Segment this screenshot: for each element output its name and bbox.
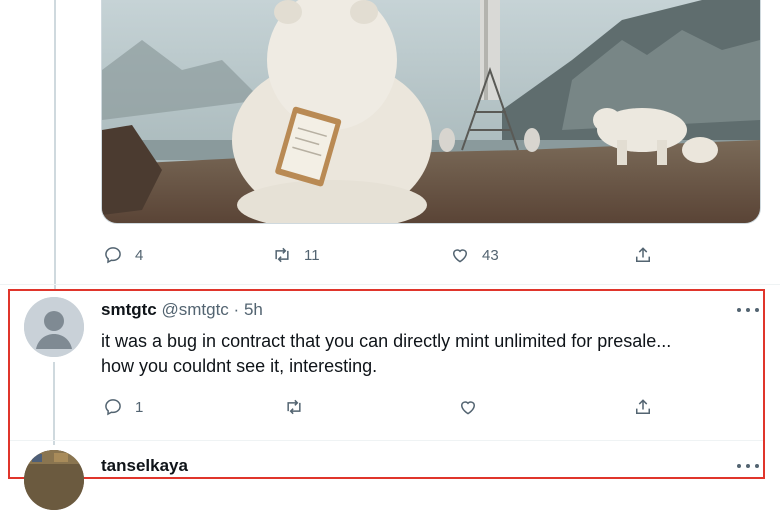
like-count: 43 <box>482 246 499 264</box>
reply-count: 4 <box>135 246 144 264</box>
divider <box>10 440 763 441</box>
user-photo-avatar <box>24 450 84 510</box>
user-handle[interactable]: @smtgtc <box>161 300 228 319</box>
retweet-count: 11 <box>304 246 320 264</box>
retweet-button[interactable] <box>284 397 304 417</box>
reply-text-line: how you couldnt see it, interesting. <box>101 356 378 376</box>
reply-text-line: it was a bug in contract that you can di… <box>101 331 672 351</box>
reply-icon <box>105 399 121 416</box>
display-name[interactable]: tanselkaya <box>101 456 188 476</box>
avatar[interactable] <box>24 297 84 357</box>
like-icon <box>460 401 476 415</box>
tweet-actions: 4 11 43 <box>0 241 780 271</box>
like-button[interactable]: 43 <box>450 245 499 265</box>
dot-icon <box>755 464 759 468</box>
share-button[interactable] <box>633 245 653 265</box>
like-button[interactable] <box>458 397 478 417</box>
default-avatar-icon <box>24 297 84 357</box>
dot-icon <box>755 308 759 312</box>
separator-dot: · <box>233 300 240 319</box>
reply-actions: 1 <box>0 393 780 423</box>
display-name[interactable]: smtgtc <box>101 300 157 319</box>
like-icon <box>452 249 468 263</box>
retweet-button[interactable]: 11 <box>272 245 320 265</box>
share-icon <box>636 399 650 414</box>
dot-icon <box>737 464 741 468</box>
share-button[interactable] <box>633 397 653 417</box>
reply-button[interactable]: 4 <box>103 245 143 265</box>
avatar[interactable] <box>24 450 84 510</box>
tweet-image[interactable] <box>101 0 761 224</box>
reply-count: 1 <box>135 398 144 416</box>
reply-icon <box>105 247 121 264</box>
timestamp[interactable]: 5h <box>244 300 263 319</box>
reply-button[interactable]: 1 <box>103 397 143 417</box>
polar-bear-illustration <box>102 0 760 223</box>
dot-icon <box>746 308 750 312</box>
dot-icon <box>737 308 741 312</box>
divider <box>0 284 780 285</box>
more-options-button[interactable] <box>737 462 759 470</box>
retweet-icon <box>275 247 289 263</box>
reply-header: smtgtc @smtgtc · 5h <box>101 300 263 320</box>
dot-icon <box>746 464 750 468</box>
retweet-icon <box>287 399 301 415</box>
more-options-button[interactable] <box>737 306 759 314</box>
share-icon <box>636 247 650 262</box>
reply-text: it was a bug in contract that you can di… <box>101 329 751 379</box>
